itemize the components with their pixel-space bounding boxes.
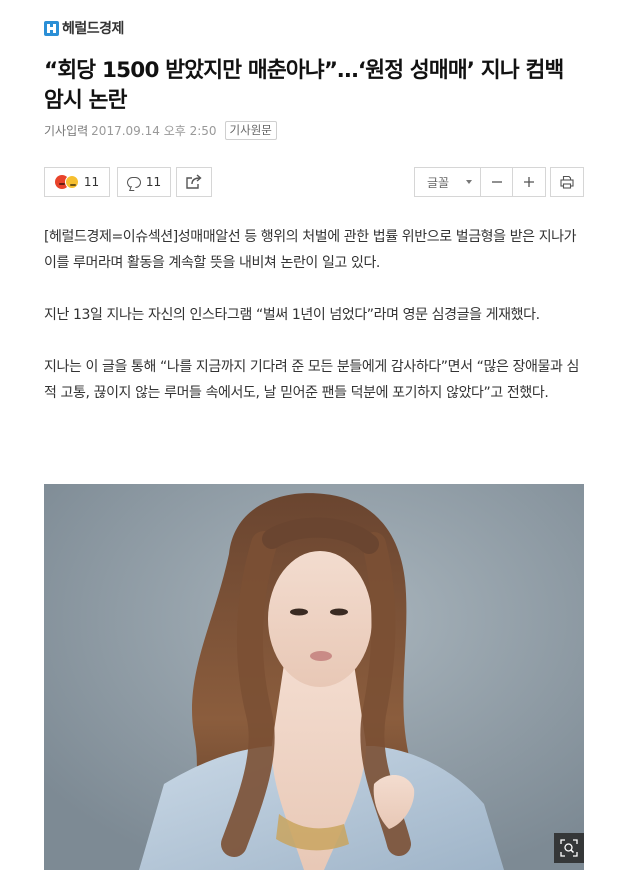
font-controls: 글꼴 (414, 167, 546, 197)
zoom-icon (560, 839, 578, 857)
press-logo-text: 헤럴드경제 (62, 21, 124, 37)
print-button[interactable] (550, 167, 584, 197)
font-select[interactable]: 글꼴 (415, 168, 481, 196)
font-size-increase-button[interactable] (513, 168, 545, 196)
article-paragraph: 지난 13일 지나는 자신의 인스타그램 “벌써 1년이 넘었다”라며 영문 심… (44, 307, 540, 323)
published-label: 기사입력 (44, 124, 89, 138)
reaction-count: 11 (83, 175, 100, 189)
minus-icon (491, 181, 502, 183)
comment-icon (126, 176, 141, 188)
portrait-photo (44, 484, 584, 870)
article-photo[interactable] (44, 484, 584, 870)
comment-count: 11 (145, 175, 162, 189)
article-headline: “회당 1500 받았지만 매춘아냐”…‘원정 성매매’ 지나 컴백 암시 논란 (44, 58, 564, 113)
press-logo-icon (44, 20, 59, 36)
share-button[interactable] (176, 167, 212, 197)
sad-emoji-icon (64, 175, 79, 189)
plus-icon (524, 177, 534, 187)
photo-zoom-button[interactable] (554, 833, 584, 863)
article-paragraph: 지나는 이 글을 통해 “나를 지금까지 기다려 준 모든 분들에게 감사하다”… (44, 359, 579, 401)
chevron-down-icon (466, 180, 472, 184)
reaction-button[interactable]: 11 (44, 167, 110, 197)
masthead[interactable]: 헤럴드경제 (44, 18, 124, 38)
font-size-decrease-button[interactable] (481, 168, 513, 196)
article-paragraph: [헤럴드경제=이슈섹션]성매매알선 등 행위의 처벌에 관한 법률 위반으로 벌… (44, 229, 577, 271)
font-select-label: 글꼴 (427, 175, 450, 190)
article-body: [헤럴드경제=이슈섹션]성매매알선 등 행위의 처벌에 관한 법률 위반으로 벌… (44, 224, 584, 432)
article-meta: 기사입력 2017.09.14 오후 2:50 기사원문 (44, 121, 277, 140)
print-icon (560, 175, 574, 189)
published-date: 2017.09.14 오후 2:50 (91, 124, 217, 138)
article-toolbar: 11 11 글꼴 (44, 167, 584, 199)
share-icon (185, 174, 203, 190)
original-article-button[interactable]: 기사원문 (224, 121, 277, 140)
comment-button[interactable]: 11 (117, 167, 171, 197)
